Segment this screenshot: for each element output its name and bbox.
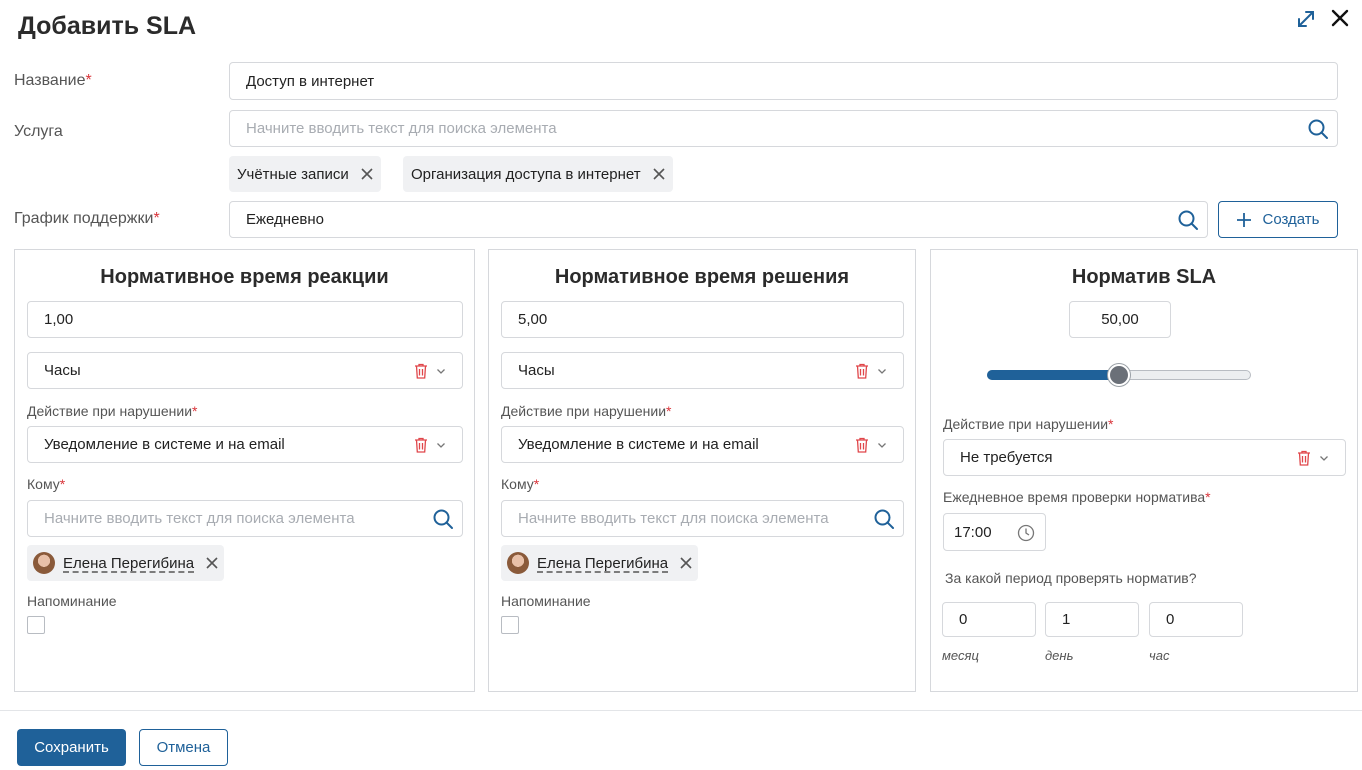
to-placeholder: Начните вводить текст для поиска элемент… — [44, 510, 355, 527]
schedule-label: График поддержки* — [14, 210, 160, 227]
sla-value-input[interactable]: 50,00 — [1069, 301, 1171, 338]
chevron-down-icon[interactable] — [436, 440, 446, 450]
create-schedule-button[interactable]: Создать — [1218, 201, 1338, 238]
footer-divider — [0, 710, 1362, 711]
slider-thumb[interactable] — [1108, 364, 1130, 386]
chevron-down-icon[interactable] — [877, 366, 887, 376]
search-icon[interactable] — [1307, 118, 1329, 140]
save-button[interactable]: Сохранить — [17, 729, 126, 766]
action-label: Действие при нарушении* — [27, 403, 198, 419]
period-days-input[interactable]: 1 — [1045, 602, 1139, 637]
period-hours-input[interactable]: 0 — [1149, 602, 1243, 637]
action-value: Уведомление в системе и на email — [44, 436, 285, 453]
check-time-label: Ежедневное время проверки норматива* — [943, 489, 1211, 505]
resolution-panel: Нормативное время решения 5,00 Часы Дейс… — [488, 249, 916, 692]
resolution-time-input[interactable]: 5,00 — [501, 301, 904, 338]
sla-slider[interactable] — [987, 364, 1251, 386]
action-label: Действие при нарушении* — [501, 403, 672, 419]
to-label: Кому* — [27, 476, 66, 492]
unit-value: Часы — [518, 362, 555, 379]
reaction-time-input[interactable]: 1,00 — [27, 301, 463, 338]
slider-fill — [987, 370, 1119, 380]
check-time-input[interactable]: 17:00 — [943, 513, 1046, 551]
clock-icon[interactable] — [1017, 524, 1035, 542]
remove-icon[interactable] — [206, 557, 218, 569]
sla-title: Норматив SLA — [1071, 266, 1217, 288]
search-icon[interactable] — [432, 508, 454, 530]
chip-label: Учётные записи — [237, 165, 349, 183]
chevron-down-icon[interactable] — [877, 440, 887, 450]
unit-value: Часы — [44, 362, 81, 379]
chevron-down-icon[interactable] — [1319, 453, 1329, 463]
search-icon[interactable] — [873, 508, 895, 530]
service-placeholder: Начните вводить текст для поиска элемент… — [246, 120, 557, 137]
avatar — [507, 552, 529, 574]
user-chip: Елена Перегибина — [501, 545, 699, 581]
expand-icon[interactable] — [1295, 8, 1317, 30]
remove-icon[interactable] — [361, 168, 373, 180]
avatar — [33, 552, 55, 574]
dialog-title: Добавить SLA — [18, 12, 197, 40]
user-name[interactable]: Елена Перегибина — [537, 555, 668, 572]
period-months-input[interactable]: 0 — [942, 602, 1036, 637]
reminder-label: Напоминание — [27, 593, 117, 609]
remove-icon[interactable] — [653, 168, 665, 180]
action-label: Действие при нарушении* — [943, 416, 1114, 432]
name-value: Доступ в интернет — [246, 72, 375, 90]
days-value: 1 — [1062, 611, 1071, 628]
reminder-checkbox[interactable] — [501, 616, 519, 634]
hours-value: 0 — [1166, 611, 1175, 628]
months-caption: месяц — [942, 648, 979, 663]
action-value: Уведомление в системе и на email — [518, 436, 759, 453]
service-search-input[interactable]: Начните вводить текст для поиска элемент… — [229, 110, 1338, 147]
reminder-label: Напоминание — [501, 593, 591, 609]
chip-label: Организация доступа в интернет — [411, 165, 641, 183]
name-label: Название* — [14, 72, 92, 89]
schedule-value: Ежедневно — [246, 211, 325, 228]
search-icon[interactable] — [1177, 209, 1199, 231]
reaction-action-select[interactable]: Уведомление в системе и на email — [27, 426, 463, 463]
user-name[interactable]: Елена Перегибина — [63, 555, 194, 572]
resolution-title: Нормативное время решения — [554, 266, 850, 288]
action-value: Не требуется — [960, 449, 1053, 466]
resolution-time-value: 5,00 — [518, 311, 548, 328]
reaction-unit-select[interactable]: Часы — [27, 352, 463, 389]
trash-icon[interactable] — [414, 437, 428, 453]
plus-icon — [1237, 212, 1252, 227]
reaction-panel: Нормативное время реакции 1,00 Часы Дейс… — [14, 249, 475, 692]
service-chip: Организация доступа в интернет — [403, 156, 673, 192]
trash-icon[interactable] — [414, 363, 428, 379]
close-icon[interactable] — [1328, 6, 1352, 30]
trash-icon[interactable] — [1297, 450, 1311, 466]
resolution-action-select[interactable]: Уведомление в системе и на email — [501, 426, 904, 463]
hours-caption: час — [1149, 648, 1170, 663]
chevron-down-icon[interactable] — [436, 366, 446, 376]
to-label: Кому* — [501, 476, 540, 492]
reaction-time-value: 1,00 — [44, 311, 74, 328]
user-chip: Елена Перегибина — [27, 545, 225, 581]
days-caption: день — [1045, 648, 1074, 663]
resolution-unit-select[interactable]: Часы — [501, 352, 904, 389]
reaction-title: Нормативное время реакции — [100, 266, 389, 288]
resolution-to-search-input[interactable]: Начните вводить текст для поиска элемент… — [501, 500, 904, 537]
sla-panel: Норматив SLA 50,00 Действие при нарушени… — [930, 249, 1358, 692]
sla-action-select[interactable]: Не требуется — [943, 439, 1346, 476]
to-placeholder: Начните вводить текст для поиска элемент… — [518, 510, 829, 527]
trash-icon[interactable] — [855, 363, 869, 379]
reminder-checkbox[interactable] — [27, 616, 45, 634]
sla-value: 50,00 — [1101, 311, 1139, 328]
reaction-to-search-input[interactable]: Начните вводить текст для поиска элемент… — [27, 500, 463, 537]
trash-icon[interactable] — [855, 437, 869, 453]
check-time-value: 17:00 — [954, 523, 992, 541]
service-chip: Учётные записи — [229, 156, 381, 192]
schedule-field[interactable]: Ежедневно — [229, 201, 1208, 238]
period-label: За какой период проверять норматив? — [945, 570, 1197, 586]
name-field[interactable]: Доступ в интернет — [229, 62, 1338, 100]
remove-icon[interactable] — [680, 557, 692, 569]
service-label: Услуга — [14, 123, 63, 140]
months-value: 0 — [959, 611, 968, 628]
create-label: Создать — [1262, 211, 1320, 228]
cancel-button[interactable]: Отмена — [139, 729, 228, 766]
